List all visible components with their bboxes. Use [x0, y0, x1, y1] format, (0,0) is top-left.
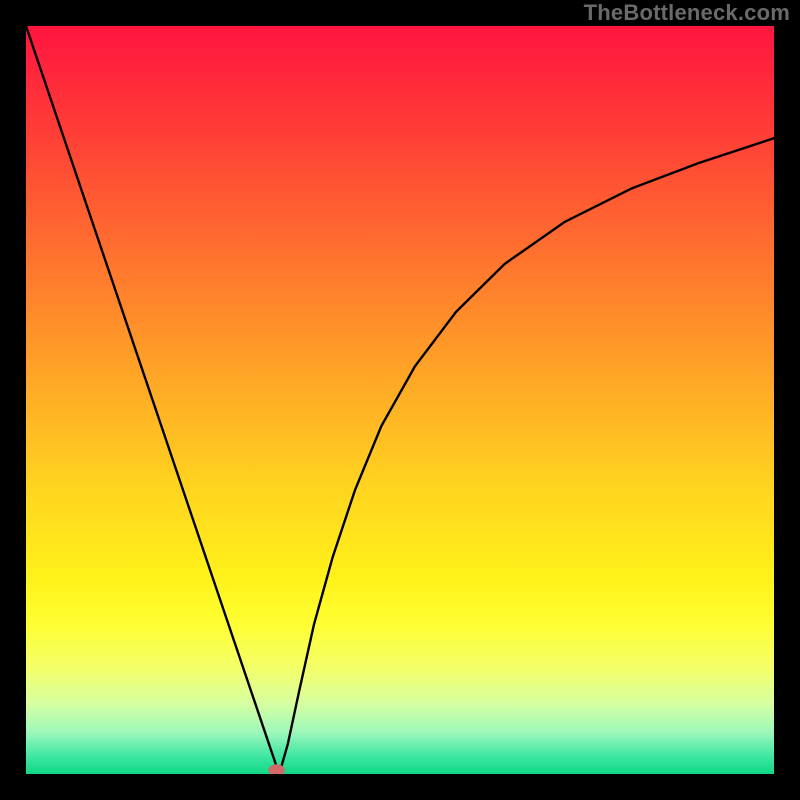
- watermark-text: TheBottleneck.com: [584, 0, 790, 26]
- chart-frame: TheBottleneck.com: [0, 0, 800, 800]
- chart-plot: [26, 26, 774, 774]
- gradient-background: [26, 26, 774, 774]
